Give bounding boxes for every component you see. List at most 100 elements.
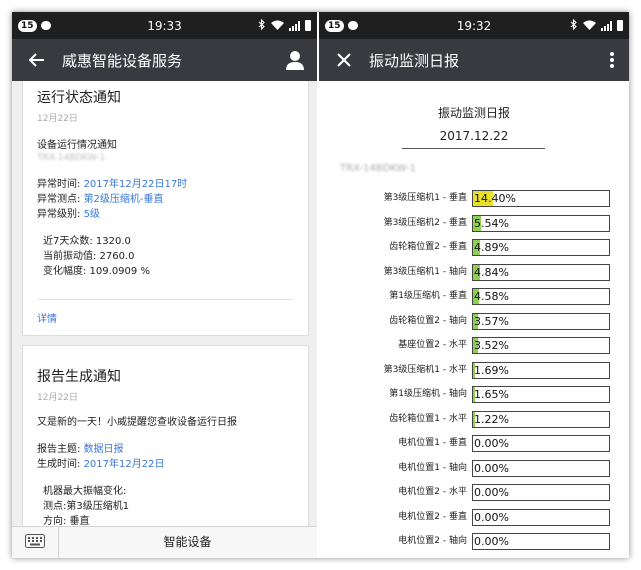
signal-icon (601, 20, 612, 31)
page-title: 振动监测日报 (369, 51, 460, 70)
measurement-row: 基座位置2 - 水平 3.52% (319, 336, 629, 354)
info-line: 异常时间: 2017年12月22日17时 (37, 179, 188, 190)
measurement-label: 第3级压缩机2 - 垂直 (383, 217, 467, 228)
measurement-label: 第3级压缩机1 - 垂直 (383, 193, 467, 203)
measurement-row: 电机位置2 - 水平 0.00% (319, 483, 629, 501)
close-icon[interactable] (331, 47, 357, 73)
measurement-value: 14.40% (474, 192, 516, 205)
measurement-bar: 0.00% (472, 435, 610, 452)
more-vertical-icon[interactable] (609, 51, 615, 69)
stat-line: 近7天众数: 1320.0 (43, 236, 131, 247)
measurement-bar: 0.00% (472, 533, 610, 550)
measurement-label: 电机位置2 - 水平 (398, 487, 467, 497)
measurement-row: 电机位置1 - 垂直 0.00% (319, 434, 629, 452)
measurement-label: 电机位置1 - 轴向 (398, 462, 467, 473)
measurement-row: 第3级压缩机1 - 水平 1.69% (319, 361, 629, 379)
measurement-value: 3.52% (474, 339, 509, 352)
measurement-row: 齿轮箱位置2 - 垂直 4.89% (319, 238, 629, 256)
measurement-value: 0.00% (474, 437, 509, 450)
measurement-value: 0.00% (474, 535, 509, 548)
report-title: 振动监测日报 (437, 106, 510, 120)
card-date: 12月22日 (37, 393, 78, 403)
measurement-label: 基座位置2 - 水平 (398, 340, 467, 350)
report-date: 2017.12.22 (439, 129, 509, 143)
measurement-bar: 0.00% (472, 484, 610, 501)
wifi-icon (583, 19, 596, 33)
card-title: 运行状态通知 (37, 90, 121, 106)
measurement-label: 电机位置2 - 轴向 (398, 536, 467, 546)
report-content: 振动监测日报 2017.12.22 TRX-14BDKW-1 第3级压缩机1 -… (319, 81, 629, 558)
measurement-label: 齿轮箱位置1 - 水平 (346, 557, 467, 559)
wifi-icon (271, 19, 284, 33)
measurement-label: 电机位置2 - 垂直 (398, 511, 467, 522)
measurement-bar: 5.54% (472, 214, 610, 232)
screenshot-frame: 15 19:33 威惠智能设备服务 运行状态通知 12月22日 设备运行情况通知… (12, 12, 629, 558)
measurement-bar: 0.00% (472, 508, 610, 526)
measurement-row: 第3级压缩机2 - 垂直 5.54% (319, 214, 629, 232)
info-line: 异常级别: 5级 (37, 209, 100, 220)
measurement-row: 第3级压缩机1 - 轴向 4.84% (319, 263, 629, 281)
measurement-value: 1.22% (474, 412, 509, 426)
measurement-value: 3.57% (474, 314, 509, 328)
measurement-label: 第3级压缩机1 - 轴向 (383, 266, 467, 277)
measurement-bar: 1.69% (472, 361, 610, 379)
measurement-row: 齿轮箱位置2 - 轴向 3.57% (319, 312, 629, 330)
title-underline (402, 148, 545, 149)
menu-smart-device[interactable]: 智能设备 (58, 527, 317, 558)
measurement-label: 第1级压缩机 - 轴向 (389, 389, 467, 399)
measurement-row: 电机位置1 - 轴向 0.00% (319, 459, 629, 477)
measurement-bar: 1.22% (472, 410, 610, 428)
details-link[interactable]: 详情 (37, 310, 308, 325)
measurement-label: 齿轮箱位置2 - 垂直 (389, 242, 467, 252)
keyboard-toggle-button[interactable] (12, 527, 59, 558)
measurement-value: 4.89% (474, 241, 509, 254)
measurement-bar: 3.57% (472, 312, 610, 330)
measurement-row: 第3级压缩机1 - 垂直 14.40% (319, 189, 629, 207)
measurement-label: 第1级压缩机 - 垂直 (389, 291, 467, 301)
title-bar: 振动监测日报 (319, 39, 629, 81)
stat-line: 变化幅度: 109.0909 % (43, 266, 150, 277)
user-icon[interactable] (283, 48, 307, 72)
measurement-bar: 14.40% (472, 190, 610, 207)
status-bar: 15 19:33 (12, 12, 317, 39)
measurement-label: 电机位置1 - 垂直 (398, 438, 467, 448)
measurement-value: 4.58% (474, 290, 509, 303)
measurement-row: 第1级压缩机 - 轴向 1.65% (319, 385, 629, 403)
resize-corner-icon (309, 550, 315, 556)
measurement-value: 1.69% (474, 363, 509, 377)
measurement-row: 第1级压缩机 - 垂直 4.58% (319, 287, 629, 305)
measurement-label: 第3级压缩机1 - 水平 (383, 364, 467, 375)
battery-icon (617, 20, 623, 31)
bluetooth-icon (570, 18, 578, 33)
measurement-value: 5.54% (474, 216, 509, 230)
chat-area: 运行状态通知 12月22日 设备运行情况通知 TRX-14BDKW-1 异常时间… (12, 81, 317, 527)
measurement-row: 齿轮箱位置1 - 水平 1.22% (319, 410, 629, 428)
bluetooth-icon (258, 18, 266, 33)
title-bar: 威惠智能设备服务 (12, 39, 317, 81)
measurement-value: 0.00% (474, 486, 509, 499)
measurement-row: 电机位置2 - 垂直 0.00% (319, 508, 629, 526)
measurement-value: 0.00% (474, 510, 509, 524)
device-id: TRX-14BDKW-1 (340, 163, 416, 174)
measurement-label: 齿轮箱位置1 - 水平 (389, 413, 467, 424)
measurement-row: 齿轮箱位置1 - 水平 0.00% (319, 557, 629, 559)
measurement-bar: 4.84% (472, 263, 610, 281)
status-notification-card[interactable]: 运行状态通知 12月22日 设备运行情况通知 TRX-14BDKW-1 异常时间… (22, 81, 309, 336)
measurement-bar: 4.89% (472, 239, 610, 256)
report-notification-card[interactable]: 报告生成通知 12月22日 又是新的一天！小威提醒您查收设备运行日报 报告主题:… (22, 345, 309, 527)
extra-line: 测点:第3级压缩机1 (43, 501, 130, 512)
info-line: 异常测点: 第2级压缩机-垂直 (37, 194, 164, 205)
measurement-row: 电机位置2 - 轴向 0.00% (319, 532, 629, 550)
right-phone-screen: 15 19:32 振动监测日报 振动监测日报 2017.12.22 TRX-14… (319, 12, 629, 558)
left-phone-screen: 15 19:33 威惠智能设备服务 运行状态通知 12月22日 设备运行情况通知… (12, 12, 317, 558)
measurement-bar: 0.00% (472, 459, 610, 477)
measurement-bar: 3.52% (472, 337, 610, 354)
info-line: 生成时间: 2017年12月22日 (37, 459, 165, 470)
stat-line: 当前振动值: 2760.0 (43, 251, 135, 262)
measurement-bar: 1.65% (472, 386, 610, 403)
measurement-value: 1.65% (474, 388, 509, 401)
back-arrow-icon[interactable] (24, 47, 50, 73)
keyboard-icon (25, 533, 45, 552)
app-title: 威惠智能设备服务 (62, 51, 183, 70)
measurement-label: 齿轮箱位置2 - 轴向 (389, 315, 467, 326)
